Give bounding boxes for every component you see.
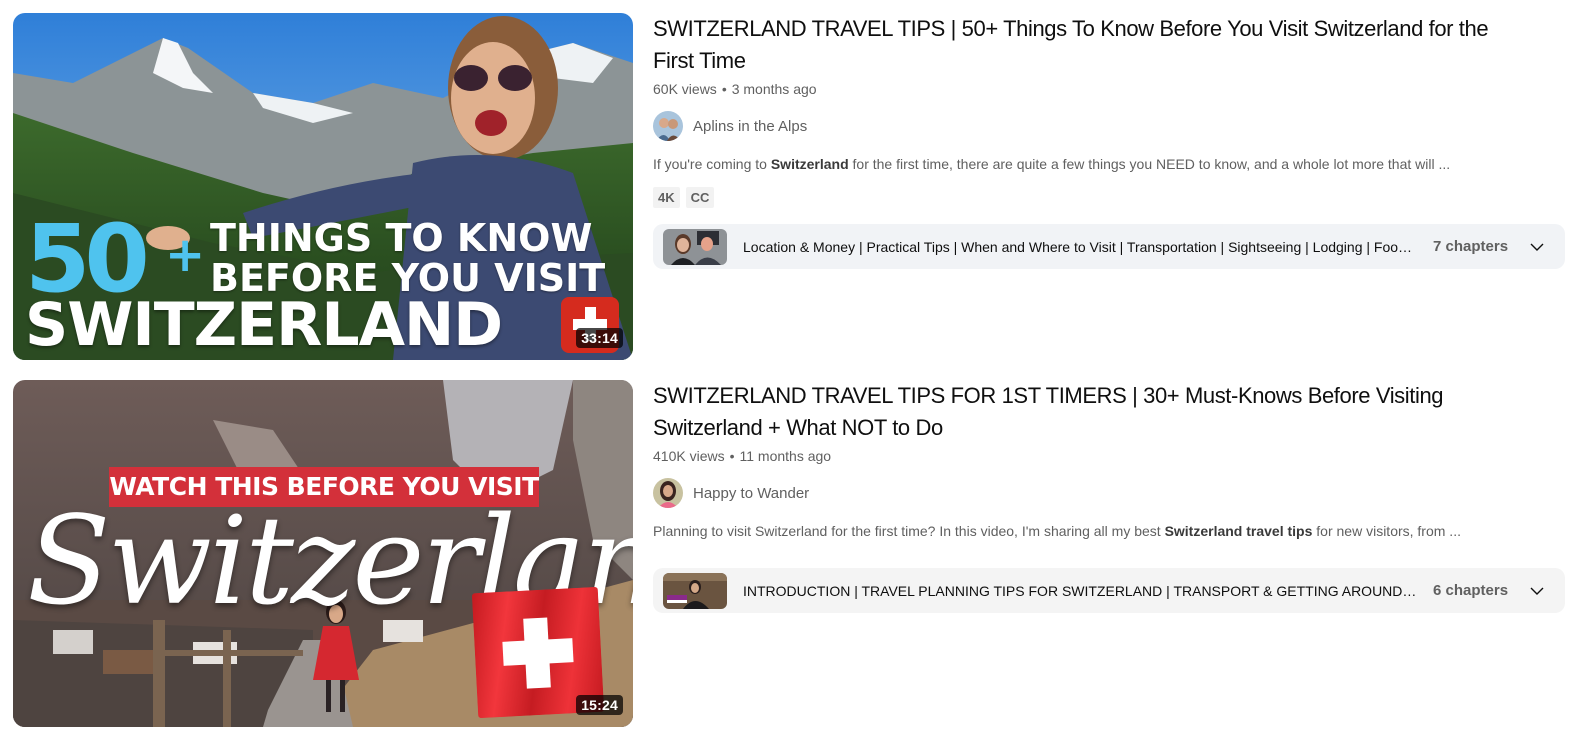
thumbnail-caption-big: SWITZERLAND <box>25 290 503 360</box>
chapters-bar[interactable]: INTRODUCTION | TRAVEL PLANNING TIPS FOR … <box>653 568 1565 613</box>
video-meta: 60K views • 3 months ago <box>653 79 1573 99</box>
video-thumbnail[interactable]: 50 + THINGS TO KNOW BEFORE YOU VISIT SWI… <box>13 13 633 360</box>
thumbnail-plus: + <box>165 227 206 283</box>
badge-cc: CC <box>685 187 715 208</box>
description-text: for new visitors, from ... <box>1312 523 1461 539</box>
view-count: 60K views <box>653 81 717 97</box>
search-results-list: 50 + THINGS TO KNOW BEFORE YOU VISIT SWI… <box>0 0 1580 742</box>
meta-separator: • <box>729 448 735 464</box>
chapter-thumbnail <box>663 228 727 265</box>
chapter-count: 6 chapters <box>1433 582 1509 599</box>
video-title[interactable]: SWITZERLAND TRAVEL TIPS FOR 1ST TIMERS |… <box>653 380 1513 444</box>
view-count: 410K views <box>653 448 725 464</box>
chapters-bar[interactable]: Location & Money | Practical Tips | When… <box>653 224 1565 269</box>
channel-link[interactable]: Aplins in the Alps <box>653 111 1573 141</box>
video-thumbnail[interactable]: WATCH THIS BEFORE YOU VISIT Switzerland … <box>13 380 633 727</box>
channel-name[interactable]: Aplins in the Alps <box>693 118 807 135</box>
chapter-count: 7 chapters <box>1433 238 1509 255</box>
video-description: If you're coming to Switzerland for the … <box>653 155 1573 173</box>
chevron-down-icon[interactable] <box>1528 238 1546 256</box>
badge-4k: 4K <box>653 187 680 208</box>
meta-separator: • <box>721 81 727 97</box>
duration-badge: 15:24 <box>576 695 623 715</box>
badge-list: 4K CC <box>653 187 1573 208</box>
duration-badge: 33:14 <box>576 328 623 348</box>
video-description: Planning to visit Switzerland for the fi… <box>653 522 1573 540</box>
channel-avatar[interactable] <box>653 111 683 141</box>
channel-link[interactable]: Happy to Wander <box>653 478 1573 508</box>
description-text: for the first time, there are quite a fe… <box>848 156 1451 172</box>
description-text: If you're coming to <box>653 156 771 172</box>
channel-avatar[interactable] <box>653 478 683 508</box>
description-highlight: Switzerland travel tips <box>1164 523 1313 539</box>
video-title[interactable]: SWITZERLAND TRAVEL TIPS | 50+ Things To … <box>653 13 1513 77</box>
channel-name[interactable]: Happy to Wander <box>693 485 809 502</box>
chevron-down-icon[interactable] <box>1528 582 1546 600</box>
chapter-titles: INTRODUCTION | TRAVEL PLANNING TIPS FOR … <box>743 582 1417 599</box>
thumbnail-caption-line1: THINGS TO KNOW <box>210 216 593 260</box>
description-text: Planning to visit Switzerland for the fi… <box>653 523 1165 539</box>
upload-age: 11 months ago <box>739 448 832 464</box>
chapter-titles: Location & Money | Practical Tips | When… <box>743 238 1417 255</box>
video-result: 50 + THINGS TO KNOW BEFORE YOU VISIT SWI… <box>13 13 1573 360</box>
video-result: WATCH THIS BEFORE YOU VISIT Switzerland … <box>13 380 1573 727</box>
video-meta: 410K views • 11 months ago <box>653 446 1573 466</box>
upload-age: 3 months ago <box>731 81 817 97</box>
video-details: SWITZERLAND TRAVEL TIPS FOR 1ST TIMERS |… <box>653 380 1573 727</box>
description-highlight: Switzerland <box>770 156 849 172</box>
video-details: SWITZERLAND TRAVEL TIPS | 50+ Things To … <box>653 13 1573 360</box>
chapter-thumbnail <box>663 572 727 609</box>
